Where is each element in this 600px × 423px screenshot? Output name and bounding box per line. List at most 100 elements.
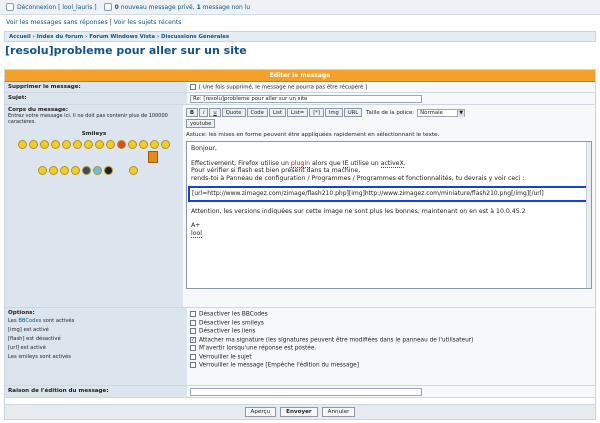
smileys-label: Smileys — [81, 131, 107, 137]
smiley-icon[interactable] — [38, 166, 47, 175]
form-header: Editer le message — [5, 70, 595, 82]
options-label: Options: — [8, 310, 35, 316]
list-button[interactable]: List — [268, 108, 286, 117]
textarea-scrollbar[interactable] — [586, 142, 591, 288]
breadcrumb: Accueil › Index du forum › Forum Windows… — [4, 31, 596, 42]
smiley-sign-icon[interactable] — [148, 151, 158, 163]
font-size-select[interactable]: Normale ▼ — [417, 108, 466, 117]
checkbox[interactable] — [190, 319, 196, 326]
chevron-down-icon: ▼ — [457, 109, 465, 117]
smiley-icon[interactable] — [60, 166, 69, 175]
crumb-home[interactable]: Accueil — [9, 34, 31, 40]
crumb-forum-index[interactable]: Index du forum — [37, 34, 83, 40]
chevron-right-icon: › — [32, 34, 35, 40]
option-lock-post[interactable]: Verrouiller le message [Empêche l'éditio… — [190, 362, 592, 369]
option-notify-reply[interactable]: M'avertir lorsqu'une réponse est postée. — [190, 345, 592, 352]
edit-form: Editer le message Supprimer le message: … — [4, 69, 596, 420]
underline-button[interactable]: u — [209, 108, 221, 117]
code-button[interactable]: Code — [246, 108, 268, 117]
chevron-right-icon: › — [156, 34, 160, 40]
smiley-dark-icon[interactable] — [82, 166, 91, 175]
unread-count: 1 — [196, 3, 201, 11]
youtube-button[interactable]: youtube — [186, 119, 216, 128]
option-lock-topic[interactable]: Verrouiller le sujet — [190, 353, 592, 360]
bold-button[interactable]: B — [186, 108, 198, 117]
body-line-firefox: Effectivement, Firefox utilise un plugin… — [191, 159, 406, 168]
body-line-signature: lool — [191, 229, 203, 238]
bbcodes-link[interactable]: BBCodes — [18, 318, 41, 324]
subject-input[interactable]: Re: [resolu]probleme pour aller sur un s… — [190, 95, 422, 103]
smiley-icon[interactable] — [139, 140, 148, 149]
options-info: Les BBCodes sont activés [img] est activ… — [8, 318, 75, 360]
quick-links: Voir les messages sans réponses | Voir l… — [6, 19, 182, 26]
smiley-blue-icon[interactable] — [93, 166, 102, 175]
checkbox[interactable] — [190, 311, 196, 317]
smiley-icon[interactable] — [161, 140, 170, 149]
quote-button[interactable]: Quote — [221, 108, 246, 117]
smiley-icon[interactable] — [95, 140, 104, 149]
smiley-icon[interactable] — [29, 140, 38, 149]
reason-label: Raison de l'édition du message: — [5, 386, 187, 397]
delete-label: Supprimer le message: — [5, 82, 187, 92]
pm-link[interactable]: 0 nouveau message privé, 1 message non l… — [115, 4, 251, 11]
recent-link[interactable]: Voir les sujets récents — [114, 19, 182, 26]
smiley-angry-icon[interactable] — [117, 140, 126, 149]
option-attach-signature[interactable]: ✓ Attacher ma signature (les signatures p… — [190, 336, 592, 343]
checkbox[interactable] — [190, 353, 196, 360]
inbox-icon — [103, 3, 112, 11]
chevron-right-icon: › — [85, 34, 88, 40]
links-separator: | — [109, 19, 112, 26]
subject-label: Sujet: — [5, 93, 187, 104]
option-disable-links[interactable]: Désactiver les liens — [190, 328, 592, 335]
logout-icon — [6, 3, 14, 11]
pm-text: nouveau message privé, — [120, 3, 195, 11]
smiley-icon[interactable] — [128, 140, 137, 149]
smiley-icon[interactable] — [150, 140, 159, 149]
submit-button[interactable]: Envoyer — [280, 407, 318, 417]
italic-button[interactable]: i — [198, 108, 209, 117]
format-tip: Astuce: les mises en forme peuvent être … — [186, 132, 440, 138]
pm-count: 0 — [114, 3, 119, 11]
smiley-icon[interactable] — [49, 166, 58, 175]
delete-note: [ Une fois supprimé, le message ne pourr… — [199, 84, 368, 91]
smileys-panel — [8, 140, 180, 149]
list-item-button[interactable]: [*] — [309, 108, 324, 117]
smiley-icon[interactable] — [40, 140, 49, 149]
user-bar: Déconnexion [ lool_lauris ] 0 nouveau me… — [0, 0, 600, 15]
preview-button[interactable]: Aperçu — [244, 407, 277, 417]
body-line-control-panel: rends-toi à Panneau de configuration / P… — [191, 174, 525, 182]
page-title: [resolu]probleme pour aller sur un site — [5, 44, 247, 57]
smiley-icon[interactable] — [51, 140, 60, 149]
ordered-list-button[interactable]: List= — [286, 108, 309, 117]
smiley-icon[interactable] — [129, 166, 138, 175]
checkbox[interactable] — [190, 362, 196, 368]
url-button[interactable]: URL — [343, 108, 363, 117]
smiley-icon[interactable] — [62, 140, 71, 149]
smiley-icon[interactable] — [106, 140, 115, 149]
option-disable-bbcode[interactable]: Désactiver les BBCodes — [190, 311, 592, 318]
body-line-versions: Attention, les versions indiquées sur ce… — [191, 207, 526, 215]
logout-link[interactable]: Déconnexion [ lool_lauris ] — [17, 4, 97, 11]
smiley-icon[interactable] — [84, 140, 93, 149]
reason-input[interactable] — [190, 388, 422, 396]
cancel-button[interactable]: Annuler — [321, 407, 356, 417]
body-line-check: Pour vérifier si flash est bien présent … — [191, 167, 361, 174]
unread-text: message non lu — [202, 3, 251, 11]
checkbox[interactable] — [190, 345, 196, 351]
crumb-windows-vista[interactable]: Forum Windows Vista — [89, 34, 155, 40]
checkbox[interactable] — [190, 328, 196, 334]
unanswered-link[interactable]: Voir les messages sans réponses — [6, 19, 108, 26]
message-textarea[interactable]: Bonjour, Effectivement, Firefox utilise … — [186, 141, 592, 289]
body-line-aplus: A+ — [191, 222, 201, 229]
smiley-icon[interactable] — [71, 166, 80, 175]
checkbox-checked[interactable]: ✓ — [190, 336, 196, 343]
crumb-general[interactable]: Discussions Générales — [161, 34, 229, 40]
option-disable-smileys[interactable]: Désactiver les smileys — [190, 319, 592, 326]
font-size-label: Taille de la police: — [366, 109, 415, 116]
smiley-icon[interactable] — [73, 140, 82, 149]
body-line-greeting: Bonjour, — [191, 145, 217, 152]
smiley-icon[interactable] — [18, 140, 27, 149]
img-button[interactable]: Img — [324, 108, 343, 117]
smiley-black-icon[interactable] — [104, 166, 113, 175]
delete-checkbox[interactable] — [190, 84, 196, 90]
